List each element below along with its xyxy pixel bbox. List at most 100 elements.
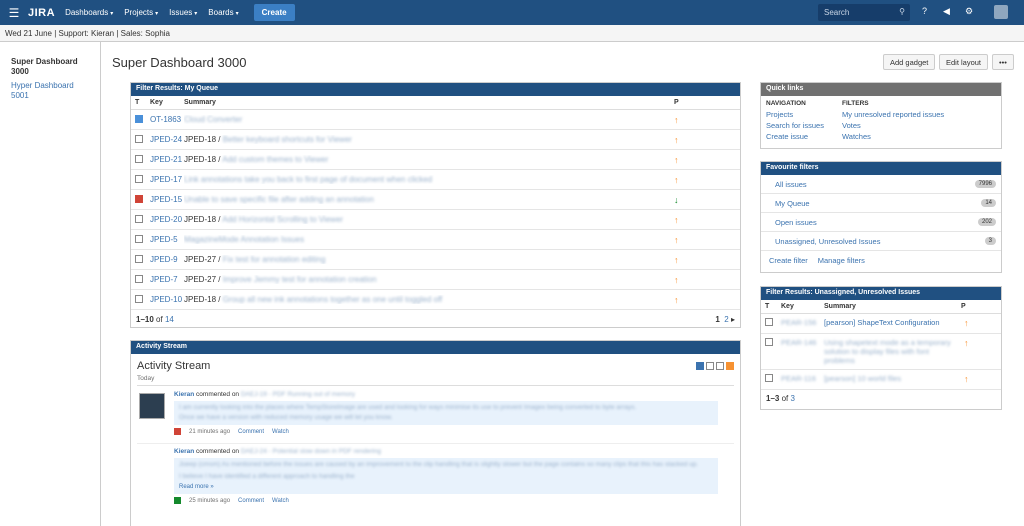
menu-icon[interactable]: ☰ xyxy=(3,6,25,20)
search-input[interactable]: Search ⚲ xyxy=(818,4,910,21)
quick-link-watches[interactable]: Watches xyxy=(842,131,944,142)
issue-summary-link[interactable]: Add Horizontal Scrolling to Viewer xyxy=(222,215,343,224)
issue-summary-link[interactable]: MagazineMode Annotation Issues xyxy=(184,235,304,244)
table-row[interactable]: JPED-10 JPED-18 / Group all new ink annot… xyxy=(131,290,740,310)
filter-link[interactable]: My Queue xyxy=(775,199,810,208)
issue-key-link[interactable]: PEAR-146 xyxy=(781,338,824,347)
pagination: 1–10 of 14 1 2 ▸ xyxy=(136,314,735,324)
feedback-icon[interactable]: ◀ xyxy=(943,6,950,17)
issue-key-link[interactable]: JPED-20 xyxy=(146,215,184,224)
table-row[interactable]: JPED-7 JPED-27 / Improve Jemmy test for a… xyxy=(131,270,740,290)
issue-summary-link[interactable]: Cloud Converter xyxy=(184,115,242,124)
filter-icon[interactable] xyxy=(706,362,714,370)
filter-link[interactable]: All issues xyxy=(775,180,807,189)
quick-link-projects[interactable]: Projects xyxy=(766,109,842,120)
filter-item[interactable]: Open issues 202 xyxy=(761,213,1001,232)
quick-link-votes[interactable]: Votes xyxy=(842,120,944,131)
quick-link-create[interactable]: Create issue xyxy=(766,131,842,142)
issue-summary-link[interactable]: Unable to save specific file after addin… xyxy=(184,195,374,204)
manage-filters-link[interactable]: Manage filters xyxy=(818,256,865,265)
next-page-icon[interactable]: ▸ xyxy=(731,315,735,324)
nav-issues[interactable]: Issues ▾ xyxy=(169,8,197,17)
issue-key-link[interactable]: JPED-17 xyxy=(146,175,184,184)
create-filter-link[interactable]: Create filter xyxy=(769,256,808,265)
favourite-filters-gadget: Favourite filters All issues 7996 My Queue… xyxy=(760,161,1002,273)
issue-summary-link[interactable]: Better keyboard shortcuts for Viewer xyxy=(223,135,352,144)
table-row[interactable]: OT-1863 Cloud Converter ↑ xyxy=(131,110,740,130)
issue-key-link[interactable]: OT-1863 xyxy=(146,115,184,124)
table-header: T Key Summary P xyxy=(761,300,1001,314)
refresh-icon[interactable] xyxy=(716,362,724,370)
table-row[interactable]: PEAR-156 [pearson] ShapeText Configuratio… xyxy=(761,314,1001,334)
issue-key-link[interactable]: JPED-7 xyxy=(146,275,184,284)
quick-link-reported[interactable]: My unresolved reported issues xyxy=(842,109,944,120)
table-row[interactable]: PEAR-146 Using shapetext mode as a tempor… xyxy=(761,334,1001,370)
priority-icon: ↑ xyxy=(964,318,969,328)
user-link[interactable]: Kieran xyxy=(174,448,194,455)
create-button[interactable]: Create xyxy=(253,4,295,21)
issue-key-link[interactable]: JPED-24 xyxy=(146,135,184,144)
issue-summary-link[interactable]: Using shapetext mode as a temporary solu… xyxy=(824,338,961,365)
comment-link[interactable]: Comment xyxy=(238,429,264,435)
issue-key-link[interactable]: PEAR-116 xyxy=(781,374,824,383)
my-queue-gadget: Filter Results: My Queue T Key Summary P… xyxy=(130,82,741,328)
issue-link[interactable]: DAEJ-24 - Potential slow down in PDF ren… xyxy=(241,448,381,455)
user-link[interactable]: Kieran xyxy=(174,391,194,398)
list-view-icon[interactable] xyxy=(696,362,704,370)
issue-key-link[interactable]: JPED-5 xyxy=(146,235,184,244)
issue-summary-link[interactable]: [pearson] 10 world files xyxy=(824,374,961,383)
issue-summary-link[interactable]: Improve Jemmy test for annotation creati… xyxy=(223,275,377,284)
issue-key-link[interactable]: JPED-15 xyxy=(146,195,184,204)
issue-key-link[interactable]: JPED-10 xyxy=(146,295,184,304)
gear-icon[interactable]: ⚙ xyxy=(965,6,973,17)
nav-projects[interactable]: Projects ▾ xyxy=(124,8,158,17)
table-row[interactable]: JPED-24 JPED-18 / Better keyboard shortcu… xyxy=(131,130,740,150)
issue-key-link[interactable]: PEAR-156 xyxy=(781,318,824,327)
rss-icon[interactable] xyxy=(726,362,734,370)
table-header: T Key Summary P xyxy=(131,96,740,110)
filter-link[interactable]: Open issues xyxy=(775,218,817,227)
total-link[interactable]: 14 xyxy=(165,315,174,324)
table-row[interactable]: JPED-15 Unable to save specific file aft… xyxy=(131,190,740,210)
issue-summary-link[interactable]: Link annotations take you back to first … xyxy=(184,175,432,184)
table-row[interactable]: JPED-20 JPED-18 / Add Horizontal Scrollin… xyxy=(131,210,740,230)
user-avatar[interactable] xyxy=(994,5,1008,19)
watch-link[interactable]: Watch xyxy=(272,429,289,435)
filter-item[interactable]: My Queue 14 xyxy=(761,194,1001,213)
table-row[interactable]: PEAR-116 [pearson] 10 world files ↑ xyxy=(761,370,1001,390)
read-more-link[interactable]: Read more » xyxy=(179,484,214,490)
issue-key-link[interactable]: JPED-21 xyxy=(146,155,184,164)
page-2-link[interactable]: 2 xyxy=(724,315,728,324)
filter-link[interactable]: Unassigned, Unresolved Issues xyxy=(775,237,880,246)
issue-summary-link[interactable]: Add custom themes to Viewer xyxy=(222,155,328,164)
sidebar-item-current[interactable]: Super Dashboard 3000 xyxy=(11,57,91,77)
more-button[interactable]: ••• xyxy=(992,54,1014,70)
total-link[interactable]: 3 xyxy=(791,394,795,403)
table-row[interactable]: JPED-17 Link annotations take you back t… xyxy=(131,170,740,190)
jira-logo[interactable]: JIRA xyxy=(28,7,55,19)
table-row[interactable]: JPED-21 JPED-18 / Add custom themes to Vi… xyxy=(131,150,740,170)
issue-link[interactable]: DAEJ-19 - PDF Running out of memory xyxy=(241,391,355,398)
nav-boards[interactable]: Boards ▾ xyxy=(208,8,238,17)
improvement-icon xyxy=(765,374,773,382)
issue-summary-link[interactable]: [pearson] ShapeText Configuration xyxy=(824,318,961,327)
quick-link-search[interactable]: Search for issues xyxy=(766,120,842,131)
comment-link[interactable]: Comment xyxy=(238,498,264,504)
sidebar-item-hyper[interactable]: Hyper Dashboard 5001 xyxy=(11,81,91,101)
filter-item[interactable]: All issues 7996 xyxy=(761,175,1001,194)
gadget-header: Activity Stream xyxy=(131,341,740,354)
issue-key-link[interactable]: JPED-9 xyxy=(146,255,184,264)
edit-layout-button[interactable]: Edit layout xyxy=(939,54,989,70)
issue-summary-link[interactable]: Group all new ink annotations together a… xyxy=(223,295,443,304)
nav-dashboards[interactable]: Dashboards ▾ xyxy=(65,8,113,17)
add-gadget-button[interactable]: Add gadget xyxy=(883,54,936,70)
watch-link[interactable]: Watch xyxy=(272,498,289,504)
priority-icon: ↑ xyxy=(674,234,679,245)
quick-links-gadget: Quick links NAVIGATION Projects Search f… xyxy=(760,82,1002,149)
filter-item[interactable]: Unassigned, Unresolved Issues 3 xyxy=(761,232,1001,251)
pagination: 1–3 of 3 xyxy=(766,394,795,403)
issue-summary-link[interactable]: Fix test for annotation editing xyxy=(223,255,326,264)
table-row[interactable]: JPED-5 MagazineMode Annotation Issues ↑ xyxy=(131,230,740,250)
help-icon[interactable]: ? xyxy=(922,6,927,16)
table-row[interactable]: JPED-9 JPED-27 / Fix test for annotation … xyxy=(131,250,740,270)
